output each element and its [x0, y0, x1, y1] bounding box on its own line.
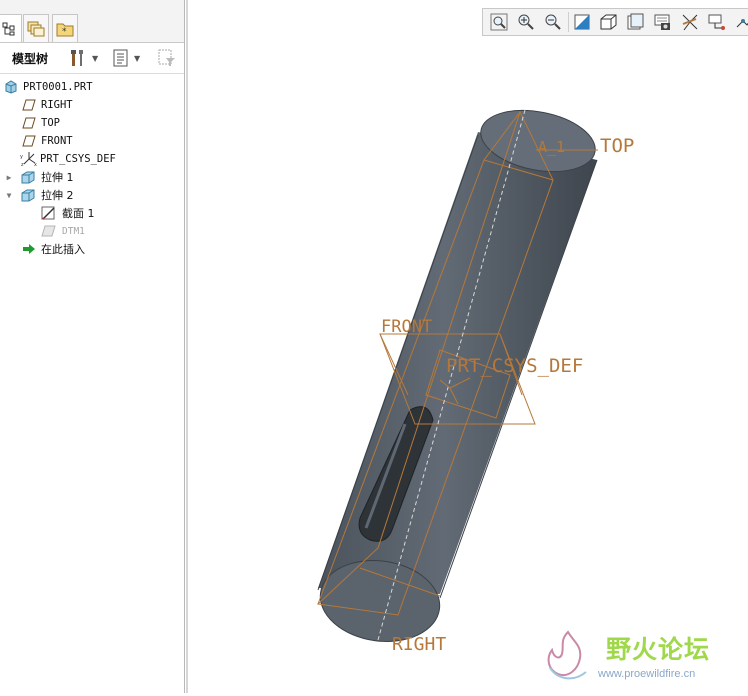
datum-plane-icon	[22, 135, 36, 147]
axis-label: A_1	[538, 138, 565, 156]
panel-title: 模型树	[12, 52, 49, 66]
saved-views-button[interactable]	[623, 10, 649, 34]
tree-item-extrude-1[interactable]: ▶ 拉伸 1	[0, 168, 188, 186]
tree-item-insert-here[interactable]: 在此插入	[0, 240, 206, 258]
watermark-url: www.proewildfire.cn	[598, 668, 696, 680]
view-manager-button[interactable]	[650, 10, 676, 34]
tree-item-extrude-2[interactable]: ▼ 拉伸 2	[0, 186, 188, 204]
layers-tab[interactable]	[23, 14, 49, 42]
saved-views-icon	[627, 13, 644, 30]
spin-center-icon	[708, 14, 725, 30]
repaint-icon	[574, 14, 590, 30]
tree-root[interactable]: PRT0001.PRT	[0, 78, 188, 96]
repaint-button[interactable]	[569, 10, 595, 34]
svg-text:z: z	[21, 162, 24, 167]
svg-text:x: x	[34, 162, 37, 167]
zoom-in-icon	[518, 14, 534, 30]
favorites-tab[interactable]: *	[52, 14, 78, 42]
settings-dropdown[interactable]: ▼	[68, 47, 98, 69]
zoom-fit-button[interactable]	[486, 10, 512, 34]
watermark-text: 野火论坛	[606, 635, 711, 664]
extrude-icon	[21, 171, 35, 184]
model-viewport[interactable]: A_1 TOP FRONT PRT_CSYS_DEF RIGHT	[188, 40, 748, 693]
show-dropdown[interactable]: ▼	[112, 47, 140, 69]
tree-item-front[interactable]: FRONT	[0, 132, 206, 150]
svg-text:y: y	[20, 154, 23, 160]
csys-icon: y x z	[20, 152, 37, 167]
panel-tab-bar: *	[0, 0, 184, 43]
datum-plane-icon	[22, 99, 36, 111]
tree-item-csys[interactable]: y x z PRT_CSYS_DEF	[0, 150, 204, 168]
chevron-down-icon: ▼	[134, 53, 141, 63]
layers-icon	[27, 21, 45, 36]
annotation-button[interactable]	[731, 10, 748, 34]
model-tree-toolbar: 模型树 ▼ ▼	[0, 43, 184, 74]
view-manager-icon	[654, 14, 670, 30]
right-plane-label[interactable]: RIGHT	[392, 634, 446, 655]
sketch-icon	[41, 206, 55, 220]
part-icon	[5, 80, 17, 94]
graphics-window[interactable]: A_1 TOP FRONT PRT_CSYS_DEF RIGHT	[188, 40, 748, 693]
collapse-arrow-icon[interactable]: ▼	[4, 191, 14, 200]
model-tree-panel: * 模型树 ▼ ▼ PRT0001.PRT RIGHT TOP FRONT y …	[0, 0, 188, 693]
front-plane-label[interactable]: FRONT	[381, 317, 432, 337]
zoom-out-icon	[545, 14, 561, 30]
display-style-icon	[600, 14, 617, 30]
tools-icon	[71, 50, 83, 66]
model-tree-tab[interactable]	[0, 14, 22, 42]
chevron-down-icon: ▼	[92, 53, 99, 63]
annotation-icon	[736, 19, 748, 28]
svg-text:*: *	[62, 27, 67, 37]
extrude-icon	[21, 189, 35, 202]
forum-watermark: 野火论坛 www.proewildfire.cn	[538, 628, 748, 688]
display-style-button[interactable]	[596, 10, 622, 34]
top-plane-label[interactable]: TOP	[600, 135, 634, 157]
tree-icon	[2, 22, 15, 35]
flame-logo-icon	[547, 630, 587, 680]
filter-icon	[158, 49, 175, 66]
list-icon	[113, 49, 128, 67]
tree-item-right[interactable]: RIGHT	[0, 96, 206, 114]
insert-arrow-icon	[23, 244, 35, 254]
datum-plane-icon	[22, 117, 36, 129]
zoom-in-button[interactable]	[513, 10, 539, 34]
datum-display-button[interactable]	[677, 10, 703, 34]
filter-button[interactable]	[157, 47, 177, 69]
zoom-out-button[interactable]	[540, 10, 566, 34]
tree-item-top[interactable]: TOP	[0, 114, 206, 132]
expand-arrow-icon[interactable]: ▶	[4, 173, 14, 182]
zoom-fit-icon	[490, 13, 508, 31]
favorites-folder-icon: *	[56, 23, 74, 37]
csys-label[interactable]: PRT_CSYS_DEF	[446, 355, 583, 377]
datum-display-icon	[682, 14, 698, 31]
view-toolbar	[482, 8, 748, 36]
datum-plane-icon	[41, 225, 56, 237]
spin-center-button[interactable]	[704, 10, 730, 34]
